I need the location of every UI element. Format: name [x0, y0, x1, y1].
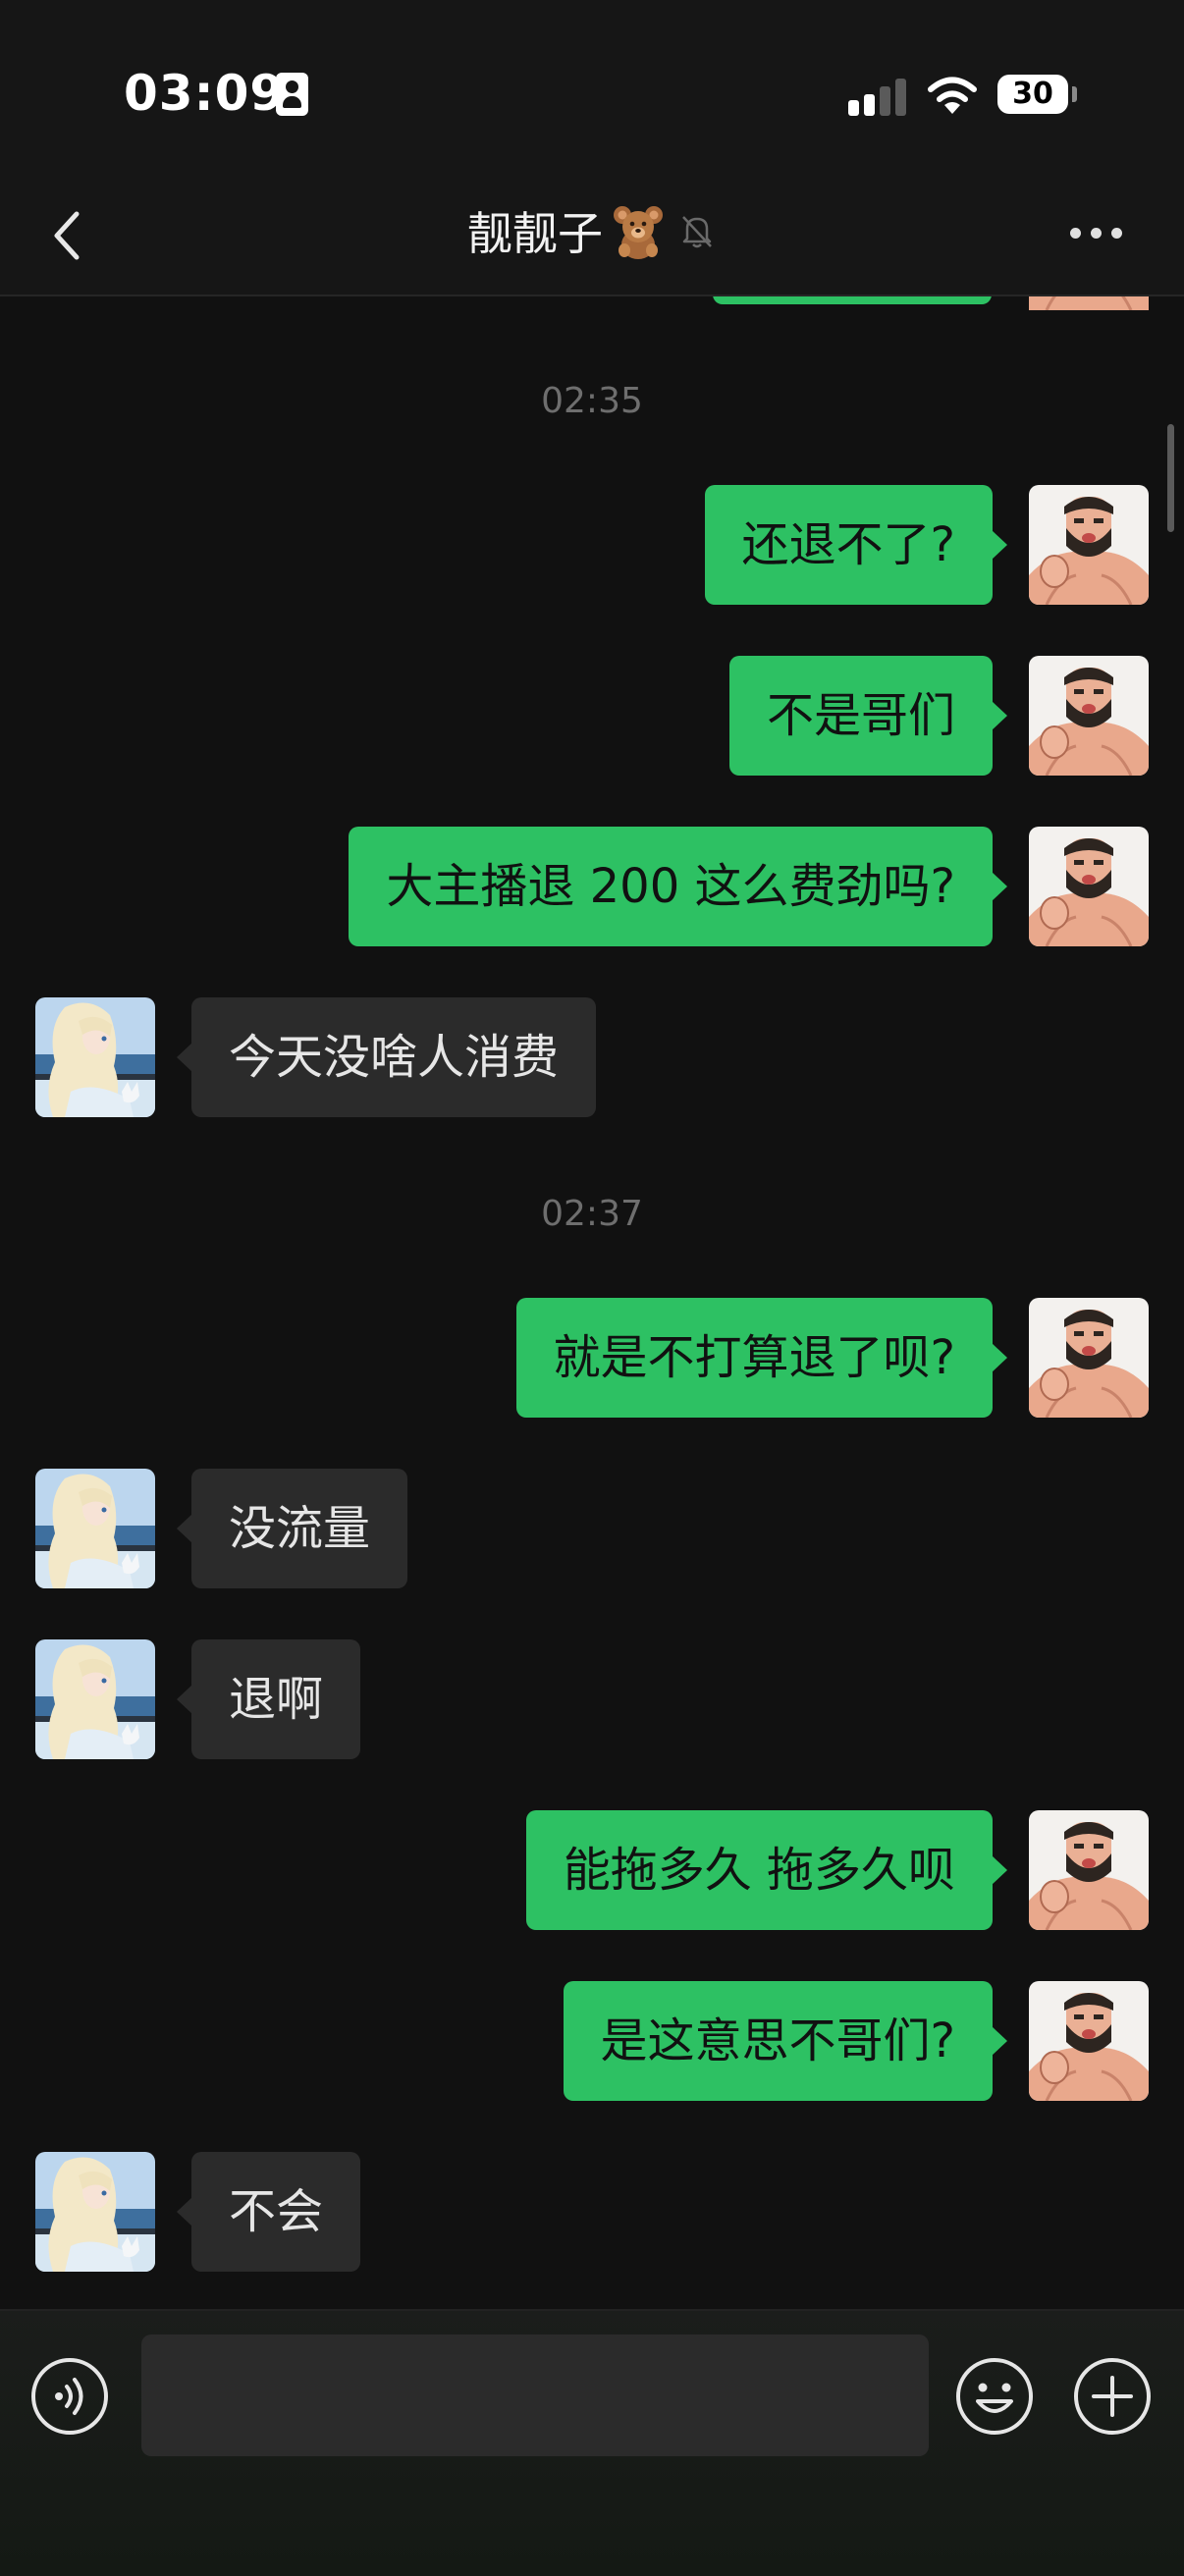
teddy-bear-icon [614, 206, 663, 259]
message-bubble-in[interactable]: 没流量 [176, 1469, 408, 1588]
contact-avatar[interactable] [35, 997, 155, 1117]
my-avatar[interactable] [1029, 1298, 1149, 1418]
chat-title[interactable]: 靓靓子 [467, 198, 603, 263]
message-bubble-out[interactable]: 就是不打算退了呗? [515, 1298, 1008, 1418]
previous-avatar-fragment [1029, 296, 1149, 310]
contact-avatar[interactable] [35, 1469, 155, 1588]
message-list[interactable]: 02:35 还退不了? 不是哥们 大主播退 200 这么费劲吗? 今天没啥人消费… [0, 296, 1184, 2309]
message-bubble-out[interactable]: 能拖多久 拖多久呗 [525, 1810, 1008, 1930]
plus-icon[interactable] [1072, 2356, 1153, 2437]
message-bubble-out[interactable]: 不是哥们 [728, 656, 1008, 776]
contact-card-icon [276, 73, 308, 116]
message-bubble-out[interactable]: 是这意思不哥们? [563, 1981, 1008, 2101]
my-avatar[interactable] [1029, 1810, 1149, 1930]
my-avatar[interactable] [1029, 485, 1149, 605]
emoji-icon[interactable] [954, 2356, 1035, 2437]
battery-icon: 30 [997, 75, 1068, 114]
chat-title-area: 靓靓子 [0, 187, 1184, 275]
status-bar: 03:09 30 [0, 0, 1184, 187]
my-avatar[interactable] [1029, 656, 1149, 776]
scrollbar[interactable] [1167, 424, 1174, 532]
message-bubble-out[interactable]: 大主播退 200 这么费劲吗? [349, 827, 1007, 946]
timestamp: 02:35 [541, 381, 643, 421]
signal-icon [848, 79, 907, 116]
status-time: 03:09 [124, 65, 286, 122]
message-bubble-in[interactable]: 不会 [176, 2152, 361, 2272]
voice-icon[interactable] [29, 2356, 110, 2437]
battery-percent: 30 [1012, 77, 1053, 111]
my-avatar[interactable] [1029, 827, 1149, 946]
message-bubble-in[interactable]: 今天没啥人消费 [176, 997, 597, 1117]
chat-header: 靓靓子 [0, 187, 1184, 295]
more-dots-icon[interactable] [1070, 226, 1129, 242]
battery-cap [1072, 86, 1077, 102]
contact-avatar[interactable] [35, 2152, 155, 2272]
previous-message-fragment [713, 296, 992, 304]
input-bar [0, 2309, 1184, 2576]
message-input[interactable] [141, 2334, 929, 2456]
my-avatar[interactable] [1029, 1981, 1149, 2101]
mute-bell-icon [682, 216, 712, 248]
contact-avatar[interactable] [35, 1639, 155, 1759]
wifi-icon [928, 77, 977, 114]
timestamp: 02:37 [541, 1194, 643, 1234]
message-bubble-out[interactable]: 还退不了? [704, 485, 1008, 605]
message-bubble-in[interactable]: 退啊 [176, 1639, 361, 1759]
